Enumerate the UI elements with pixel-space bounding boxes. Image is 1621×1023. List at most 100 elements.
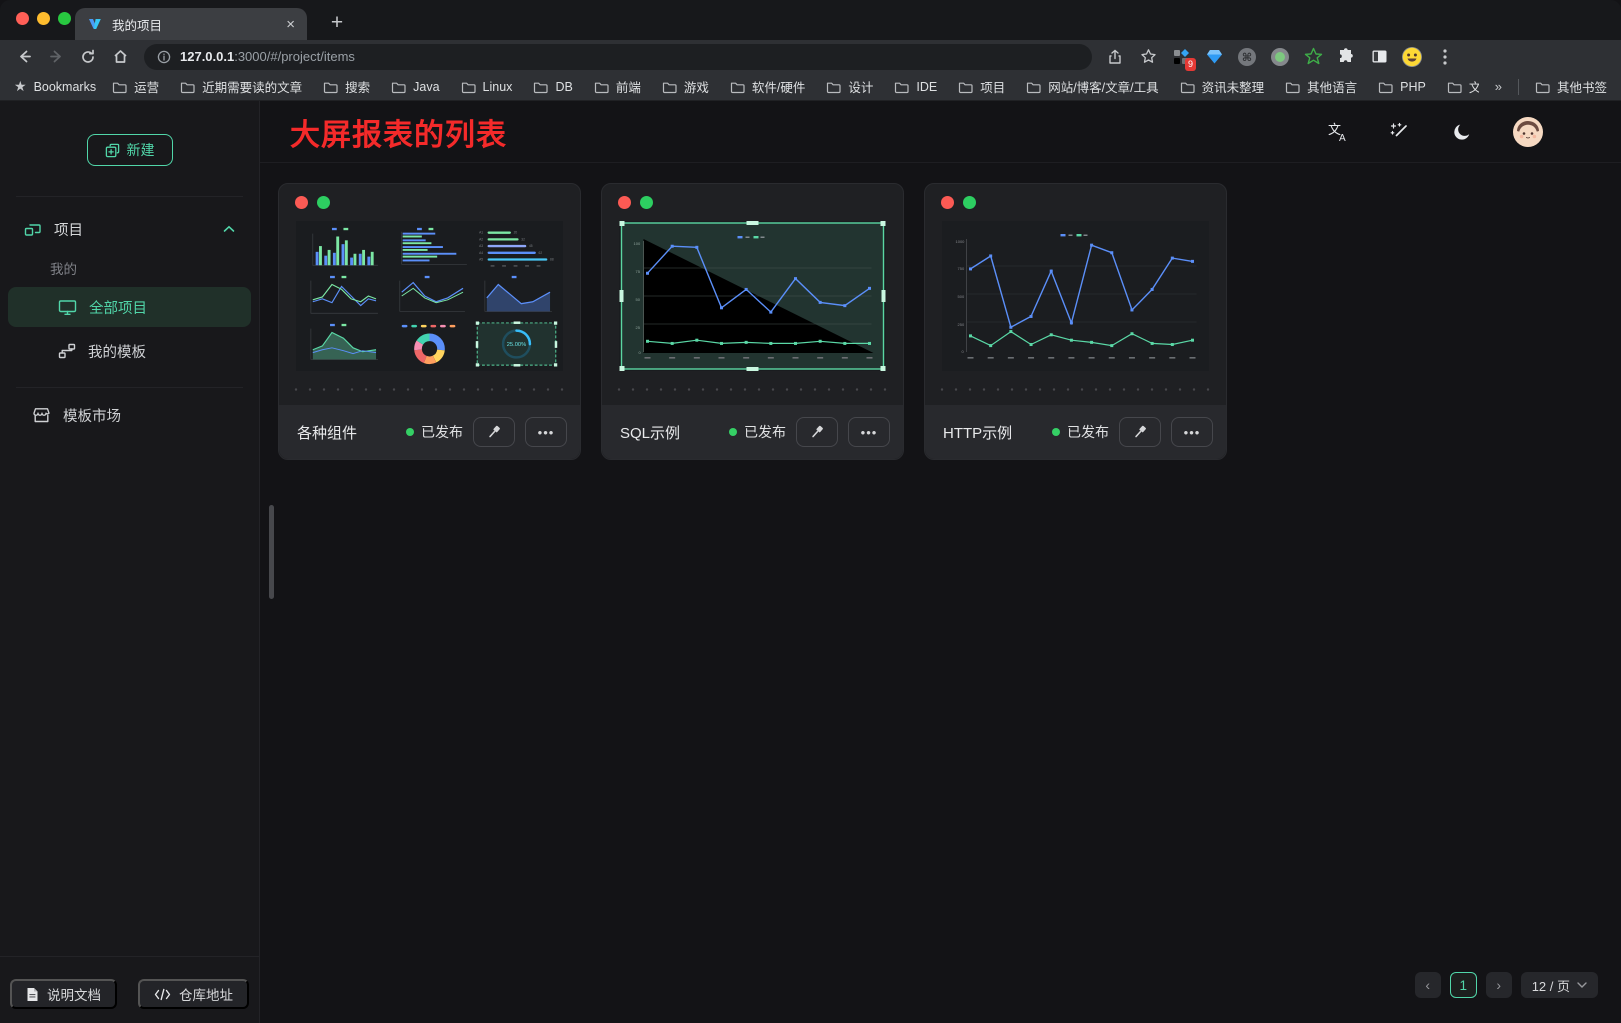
more-actions-button[interactable]: •••: [525, 417, 567, 447]
home-icon[interactable]: [106, 43, 134, 71]
bookmarks-root[interactable]: ★Bookmarks: [14, 78, 96, 95]
bookmark-item[interactable]: Linux: [461, 77, 513, 96]
forward-icon[interactable]: [42, 43, 70, 71]
next-page-button[interactable]: ›: [1486, 972, 1512, 998]
edit-project-button[interactable]: [1119, 417, 1161, 447]
card-title: HTTP示例: [943, 422, 1012, 443]
bookmark-item[interactable]: 近期需要读的文章: [180, 77, 302, 96]
profile-avatar-smiley[interactable]: [1399, 44, 1425, 70]
sidebar-item-label: 我的模板: [88, 341, 146, 362]
more-actions-button[interactable]: •••: [848, 417, 890, 447]
folder-icon: [323, 80, 338, 94]
http-line-chart: 10007505002500: [942, 221, 1209, 371]
more-actions-button[interactable]: •••: [1171, 417, 1213, 447]
bookmark-item[interactable]: 前端: [594, 77, 641, 96]
project-thumbnail[interactable]: A1A2A3A4A52032456288: [296, 221, 563, 371]
extension-star-icon[interactable]: [1300, 44, 1326, 70]
extensions-puzzle-icon[interactable]: [1333, 44, 1359, 70]
sql-line-chart: 1007550250: [619, 221, 886, 371]
bookmark-item[interactable]: 网站/博客/文章/工具: [1026, 77, 1158, 96]
reload-icon[interactable]: [74, 43, 102, 71]
dotted-separator: [289, 388, 570, 391]
folder-icon: [894, 80, 909, 94]
bookmark-item[interactable]: 文件服务器: [1447, 77, 1479, 96]
sidebar-group-projects[interactable]: 项目: [16, 209, 243, 249]
bookmark-item[interactable]: 运营: [112, 77, 159, 96]
bookmark-item[interactable]: 资讯未整理: [1180, 77, 1265, 96]
screen: 我的项目 × + 127.0.0.1:3000/#/project/items …: [0, 0, 1621, 1023]
repo-button[interactable]: 仓库地址: [138, 979, 249, 1009]
extension-gem-icon[interactable]: [1201, 44, 1227, 70]
side-panel-icon[interactable]: [1366, 44, 1392, 70]
project-card[interactable]: A1A2A3A4A52032456288: [278, 183, 581, 460]
user-avatar[interactable]: [1513, 117, 1543, 147]
bookmark-item[interactable]: Java: [391, 77, 439, 96]
folder-icon: [594, 80, 609, 94]
bookmark-item[interactable]: 搜索: [323, 77, 370, 96]
chevron-up-icon[interactable]: [223, 225, 235, 233]
extension-grid-icon[interactable]: 9: [1168, 44, 1194, 70]
bookmark-item[interactable]: 设计: [826, 77, 873, 96]
project-thumbnail[interactable]: 1007550250: [619, 221, 886, 371]
pagination: ‹ 1 › 12 / 页: [1415, 972, 1598, 998]
sidebar-footer: 说明文档 仓库地址: [0, 956, 259, 1023]
magic-wand-icon[interactable]: [1389, 121, 1411, 143]
bookmark-item[interactable]: PHP: [1378, 77, 1426, 96]
new-project-label: 新建: [127, 140, 155, 160]
bookmark-item[interactable]: IDE: [894, 77, 937, 96]
tab-close-icon[interactable]: ×: [286, 16, 295, 33]
edit-project-button[interactable]: [473, 417, 515, 447]
svg-text:20: 20: [514, 231, 518, 235]
browser-menu-kebab-icon[interactable]: [1432, 44, 1458, 70]
mini-area-chart-blue: [474, 273, 559, 319]
scrollbar-thumb[interactable]: [269, 505, 274, 599]
docs-button-label: 说明文档: [47, 984, 101, 1004]
minimize-window-button[interactable]: [37, 12, 50, 25]
site-info-icon[interactable]: [157, 50, 171, 64]
svg-text:A2: A2: [479, 237, 483, 241]
svg-text:75: 75: [636, 269, 641, 274]
sidebar-divider: [16, 196, 243, 197]
extension-cmd-icon[interactable]: ⌘: [1234, 44, 1260, 70]
green-dot: [640, 196, 653, 209]
svg-text:25: 25: [636, 325, 641, 330]
edit-project-button[interactable]: [796, 417, 838, 447]
share-icon[interactable]: [1102, 44, 1128, 70]
new-tab-button[interactable]: +: [322, 8, 352, 38]
new-project-button[interactable]: 新建: [87, 134, 173, 166]
project-card[interactable]: 1007550250 SQL示例 已发布 •••: [601, 183, 904, 460]
svg-text:32: 32: [521, 237, 525, 241]
status-dot: [729, 428, 737, 436]
sidebar-group-label: 项目: [54, 219, 83, 240]
red-dot: [941, 196, 954, 209]
project-card[interactable]: 10007505002500 HTTP示例 已发布 •••: [924, 183, 1227, 460]
sidebar-item-my-templates[interactable]: 我的模板: [8, 331, 251, 371]
bookmark-star-icon[interactable]: [1135, 44, 1161, 70]
current-page[interactable]: 1: [1450, 972, 1477, 998]
browser-tab[interactable]: 我的项目 ×: [75, 8, 307, 40]
bookmark-item[interactable]: DB: [533, 77, 572, 96]
close-window-button[interactable]: [16, 12, 29, 25]
back-icon[interactable]: [10, 43, 38, 71]
extension-dot-icon[interactable]: [1267, 44, 1293, 70]
prev-page-button[interactable]: ‹: [1415, 972, 1441, 998]
sidebar-item-template-market[interactable]: 模板市场: [8, 394, 251, 436]
bookmarks-overflow-chevron[interactable]: »: [1495, 79, 1502, 94]
dark-mode-moon-icon[interactable]: [1451, 121, 1473, 143]
language-translate-icon[interactable]: 文A: [1327, 121, 1349, 143]
zoom-window-button[interactable]: [58, 12, 71, 25]
bookmark-item[interactable]: 游戏: [662, 77, 709, 96]
docs-button[interactable]: 说明文档: [10, 979, 117, 1009]
bookmark-item[interactable]: 软件/硬件: [730, 77, 805, 96]
sidebar-item-all-projects[interactable]: 全部项目: [8, 287, 251, 327]
folder-icon: [1026, 80, 1041, 94]
extension-badge: 9: [1185, 58, 1196, 71]
project-thumbnail[interactable]: 10007505002500: [942, 221, 1209, 371]
other-bookmarks[interactable]: 其他书签: [1535, 77, 1607, 96]
bookmark-item[interactable]: 其他语言: [1285, 77, 1357, 96]
url-bar[interactable]: 127.0.0.1:3000/#/project/items: [144, 44, 1092, 70]
favicon: [87, 16, 103, 32]
bookmark-item[interactable]: 项目: [958, 77, 1005, 96]
svg-text:A3: A3: [479, 244, 483, 248]
page-size-select[interactable]: 12 / 页: [1521, 972, 1598, 998]
